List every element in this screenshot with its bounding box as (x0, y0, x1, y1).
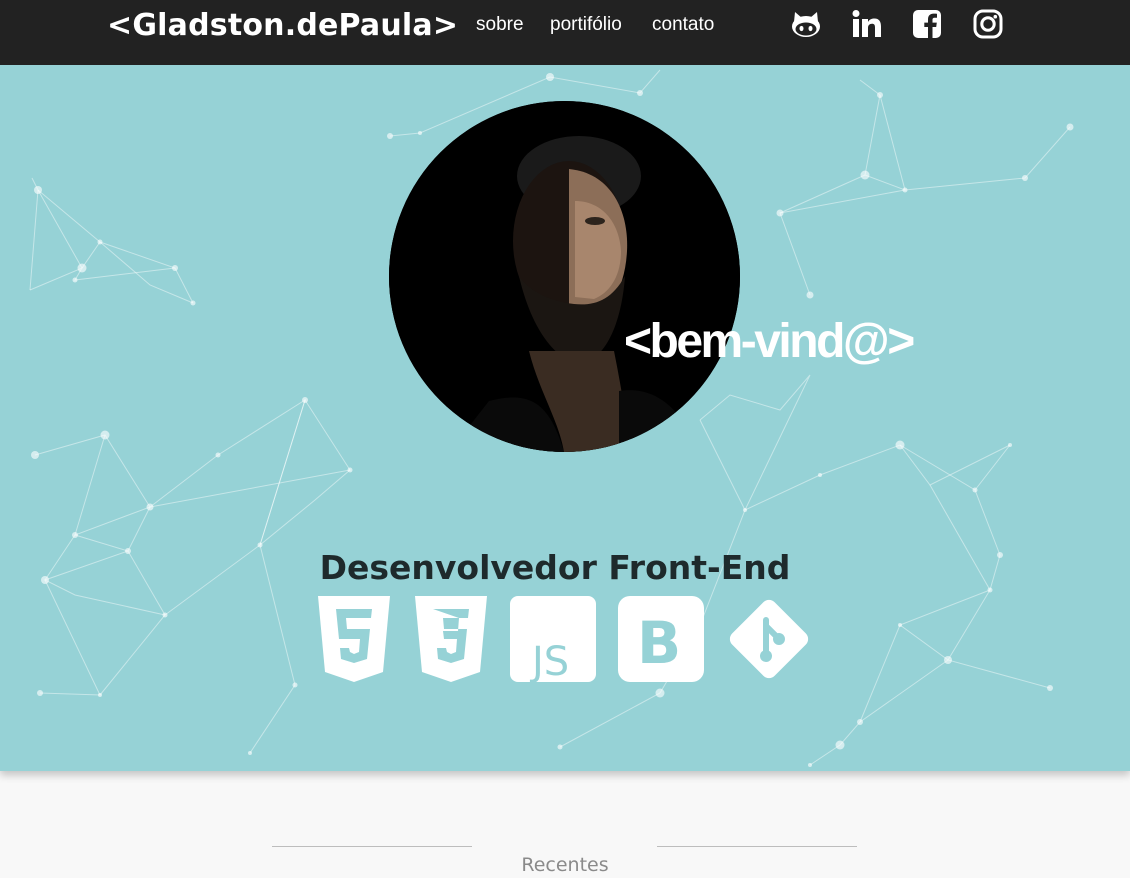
welcome-title: <bem-vind@> (624, 315, 915, 368)
linkedin-icon[interactable] (851, 8, 883, 40)
facebook-icon[interactable] (911, 8, 943, 40)
git-icon (726, 596, 812, 682)
role-title: Desenvolvedor Front-End (319, 548, 791, 588)
bootstrap-icon: B (618, 596, 704, 682)
divider-left (272, 846, 472, 847)
css3-icon (413, 596, 489, 682)
html5-icon (316, 596, 392, 682)
github-icon[interactable] (790, 8, 822, 40)
nav-link-portifolio[interactable]: portifólio (550, 12, 622, 38)
recent-section: Recentes (0, 771, 1130, 876)
instagram-icon[interactable] (972, 8, 1004, 40)
nav-link-sobre[interactable]: sobre (476, 12, 524, 38)
nav-link-contato[interactable]: contato (652, 12, 714, 38)
brand-logo[interactable]: <Gladston.dePaula> (107, 8, 458, 44)
recent-title: Recentes (521, 854, 609, 876)
javascript-icon: JS (510, 596, 596, 682)
divider-right (657, 846, 857, 847)
hero-section: <bem-vind@> Desenvolvedor Front-End JS B (0, 65, 1130, 771)
navbar: <Gladston.dePaula> sobre portifólio cont… (0, 0, 1130, 65)
profile-photo (389, 101, 740, 452)
svg-text:B: B (637, 609, 681, 677)
svg-text:JS: JS (529, 639, 569, 682)
